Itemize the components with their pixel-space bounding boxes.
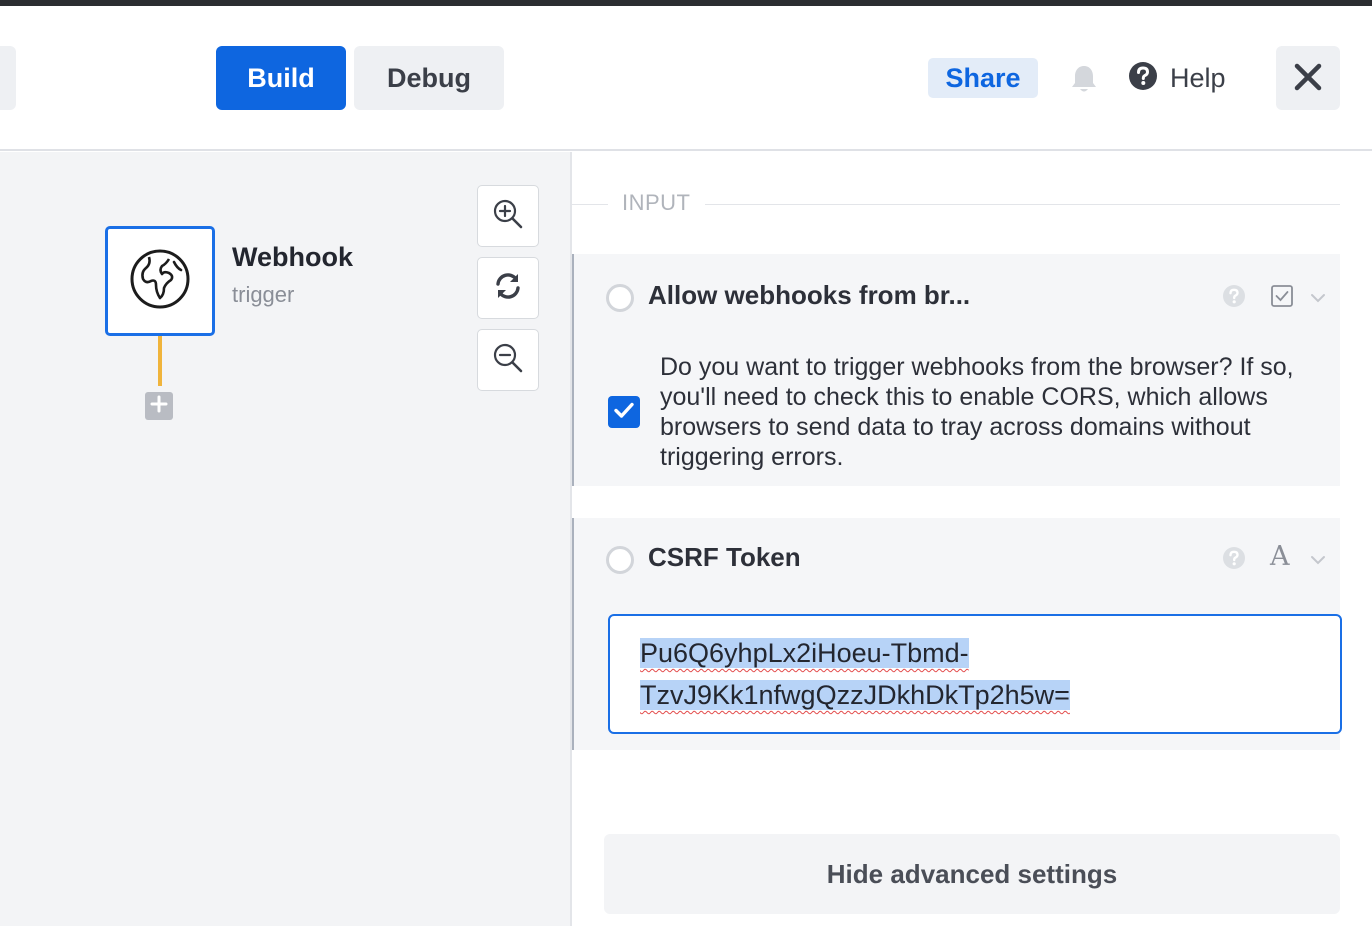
left-tab-stub[interactable] <box>0 46 16 110</box>
header: Build Debug Share Help <box>0 6 1372 151</box>
chevron-down-icon[interactable] <box>1310 291 1326 303</box>
share-button[interactable]: Share <box>928 58 1038 98</box>
webhook-node[interactable] <box>105 226 215 336</box>
field-title: Allow webhooks from br... <box>648 280 971 310</box>
globe-icon <box>129 248 191 315</box>
question-icon[interactable] <box>1222 546 1246 570</box>
field-select-radio[interactable] <box>606 546 634 574</box>
plus-icon <box>150 395 168 418</box>
tab-build[interactable]: Build <box>216 46 346 110</box>
field-title: CSRF Token <box>648 542 801 572</box>
add-step-button[interactable] <box>145 392 173 420</box>
zoom-in-button[interactable] <box>477 185 539 247</box>
close-icon <box>1293 62 1323 95</box>
token-value-line1: Pu6Q6yhpLx2iHoeu-Tbmd- <box>640 638 969 668</box>
bell-icon[interactable] <box>1068 62 1100 96</box>
field-select-radio[interactable] <box>606 284 634 312</box>
allow-webhooks-checkbox[interactable] <box>608 396 640 428</box>
field-allow-webhooks: Allow webhooks from br... Do you want to… <box>572 254 1340 486</box>
refresh-icon <box>492 270 524 307</box>
zoom-in-icon <box>492 198 524 235</box>
chevron-down-icon[interactable] <box>1310 553 1326 565</box>
section-label-input: INPUT <box>608 190 705 216</box>
help-label: Help <box>1170 62 1226 93</box>
checkbox-type-icon[interactable] <box>1270 284 1294 308</box>
node-title: Webhook <box>232 242 353 272</box>
zoom-out-icon <box>492 342 524 379</box>
reset-zoom-button[interactable] <box>477 257 539 319</box>
node-subtitle: trigger <box>232 282 295 307</box>
zoom-out-button[interactable] <box>477 329 539 391</box>
hide-advanced-settings-button[interactable]: Hide advanced settings <box>604 834 1340 914</box>
token-value-line2: TzvJ9Kk1nfwgQzzJDkhDkTp2h5w= <box>640 680 1070 710</box>
help-button[interactable]: Help <box>1128 58 1226 98</box>
field-description: Do you want to trigger webhooks from the… <box>660 353 1294 471</box>
close-button[interactable] <box>1276 46 1340 110</box>
checkmark-icon <box>612 398 636 427</box>
field-csrf-token: CSRF Token A Pu6Q6yhpLx2iHoeu-Tbmd- TzvJ… <box>572 518 1342 750</box>
tab-debug[interactable]: Debug <box>354 46 504 110</box>
workflow-canvas[interactable]: Webhook trigger <box>0 152 570 926</box>
node-connector <box>158 336 162 386</box>
text-type-icon[interactable]: A <box>1270 542 1294 572</box>
question-icon[interactable] <box>1222 284 1246 308</box>
csrf-token-input[interactable]: Pu6Q6yhpLx2iHoeu-Tbmd- TzvJ9Kk1nfwgQzzJD… <box>608 614 1342 734</box>
help-icon <box>1128 61 1158 96</box>
properties-panel: INPUT Allow webhooks from br... Do you w… <box>572 152 1372 926</box>
